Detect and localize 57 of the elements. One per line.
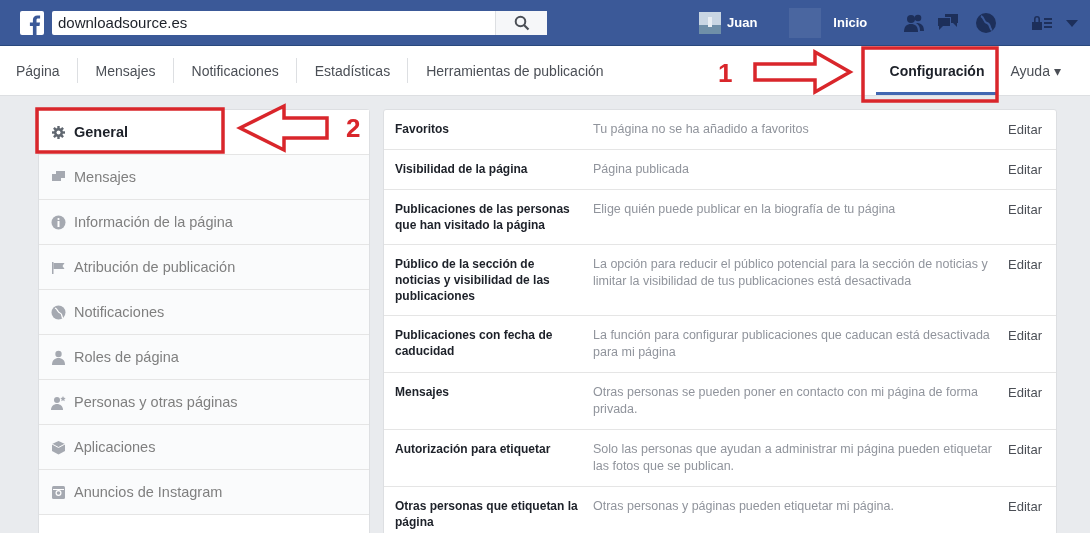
logo-icon[interactable]: [20, 10, 44, 35]
sidebar-item[interactable]: Anuncios de Instagram: [39, 470, 369, 515]
flag-icon: [51, 259, 66, 275]
setting-value: Página publicada: [593, 161, 690, 178]
search-field[interactable]: downloadsource.es: [52, 10, 495, 35]
edit-link[interactable]: Editar: [1008, 256, 1056, 304]
sidebar-item[interactable]: Atribución de publicación: [39, 245, 369, 290]
globe-icon[interactable]: [975, 11, 998, 34]
person-icon: [51, 349, 66, 365]
globe-icon: [51, 304, 66, 320]
sidebar-item[interactable]: Aplicaciones: [39, 425, 369, 470]
setting-value: Elige quién puede publicar en la biografía de tu página: [593, 201, 897, 218]
sidebar-item[interactable]: Personas y otras páginas: [39, 380, 369, 425]
setting-label: Mensajes: [395, 384, 451, 401]
edit-link[interactable]: Editar: [1008, 327, 1056, 361]
nav-tab[interactable]: Estadísticas: [296, 46, 409, 95]
sidebar-item[interactable]: Roles de página: [39, 335, 369, 380]
edit-link[interactable]: Editar: [1008, 441, 1056, 475]
setting-label: Público de la sección de noticias y visibilidad de las publicaciones: [395, 256, 551, 304]
search-button[interactable]: [495, 10, 547, 35]
setting-value: Solo las personas que ayudan a administrar mi página pueden etiquetar las fotos que se publican.: [593, 441, 993, 475]
callout-number: 2: [346, 113, 361, 143]
home-link[interactable]: Inicio: [833, 15, 868, 30]
callout-number: 1: [718, 58, 733, 88]
nav-tab[interactable]: Mensajes: [77, 46, 174, 95]
edit-link[interactable]: Editar: [1008, 384, 1056, 418]
setting-label: Publicaciones de las personas que han visitado la página: [395, 201, 571, 233]
setting-value: La función para configurar publicaciones que caducan está desactivada para mi página: [593, 327, 991, 361]
gear-icon: [51, 124, 66, 140]
nav-tab[interactable]: Configuración: [875, 46, 999, 95]
avatar-icon[interactable]: [699, 11, 721, 34]
edit-link[interactable]: Editar: [1008, 498, 1056, 530]
edit-link[interactable]: Editar: [1008, 201, 1056, 233]
person-star-icon: [51, 394, 66, 410]
nav-tab[interactable]: Notificaciones: [173, 46, 297, 95]
setting-value: La opción para reducir el público potencial para la sección de noticias y limitar la visibilidad de tus publicaciones está desactivada: [593, 256, 989, 290]
sidebar-item[interactable]: Notificaciones: [39, 290, 369, 335]
nav-tab[interactable]: Página: [0, 46, 78, 95]
setting-label: Publicaciones con fecha de caducidad: [395, 327, 554, 360]
setting-label: Otras personas que etiquetan la página: [395, 498, 579, 530]
setting-value: Otras personas se pueden poner en contacto con mi página de forma privada.: [593, 384, 979, 418]
edit-link[interactable]: Editar: [1008, 121, 1056, 138]
cube-icon: [51, 439, 66, 455]
search-icon: [513, 14, 530, 31]
setting-label: Visibilidad de la página: [395, 161, 529, 178]
user-name[interactable]: Juan: [727, 15, 758, 30]
setting-label: Autorización para etiquetar: [395, 441, 552, 458]
nav-tab[interactable]: Herramientas de publicación: [408, 46, 622, 95]
setting-value: Tu página no se ha añadido a favoritos: [593, 121, 810, 138]
setting-value: Otras personas y páginas pueden etiquetar mi página.: [593, 498, 895, 515]
setting-label: Favoritos: [395, 121, 450, 138]
info-icon: [51, 214, 66, 230]
edit-link[interactable]: Editar: [1008, 161, 1056, 178]
help-menu[interactable]: Ayuda ▾: [1010, 46, 1061, 95]
sidebar-item[interactable]: Mensajes: [39, 155, 369, 200]
camera-icon: [51, 484, 66, 500]
sidebar-item[interactable]: Información de la página: [39, 200, 369, 245]
